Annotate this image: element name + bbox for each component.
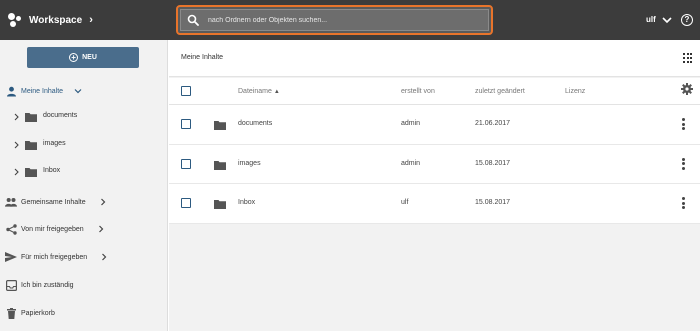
trash-icon — [5, 307, 17, 319]
sidebar-item-label: Gemeinsame Inhalte — [21, 198, 86, 206]
modified-date: 15.08.2017 — [475, 199, 511, 206]
table-row[interactable]: Inbox ulf 15.08.2017 — [169, 184, 700, 224]
sidebar-item-label: Papierkorb — [21, 309, 55, 317]
file-name[interactable]: images — [238, 160, 261, 167]
new-button[interactable]: + NEU — [27, 47, 139, 68]
sidebar-item-label: Für mich freigegeben — [21, 253, 88, 261]
gear-icon[interactable] — [681, 83, 693, 95]
column-header-license[interactable]: Lizenz — [565, 88, 585, 95]
workspace-switcher[interactable]: Workspace › — [8, 11, 93, 29]
chevron-down-icon[interactable] — [662, 16, 672, 24]
more-vert-icon[interactable] — [682, 157, 685, 170]
folder-icon — [25, 113, 37, 122]
search-box — [176, 5, 493, 35]
file-name[interactable]: Inbox — [238, 199, 255, 206]
created-by: admin — [401, 120, 421, 127]
sidebar-item-label: Meine Inhalte — [21, 87, 64, 95]
chevron-right-icon[interactable] — [97, 225, 105, 233]
chevron-right-icon[interactable] — [13, 113, 20, 121]
top-bar: Workspace › ulf ? — [0, 0, 700, 40]
chevron-down-icon[interactable] — [74, 87, 82, 95]
search-icon[interactable] — [187, 14, 199, 26]
sidebar-item-shared-content[interactable]: Gemeinsame Inhalte — [0, 194, 168, 210]
workspace-logo-icon — [8, 13, 22, 27]
new-button-label: NEU — [82, 54, 97, 61]
tree-item-label: Inbox — [43, 167, 61, 174]
row-checkbox[interactable] — [181, 158, 191, 169]
plus-circle-icon: + — [69, 53, 79, 62]
sidebar: + NEU Meine Inhalte documents images Inb… — [0, 40, 168, 331]
sidebar-item-shared-by-me[interactable]: Von mir freigegeben — [0, 221, 168, 237]
folder-icon — [25, 141, 37, 150]
file-table: Dateiname ▲ erstellt von zuletzt geänder… — [169, 78, 700, 224]
user-name[interactable]: ulf — [646, 15, 656, 24]
tree-item-label: images — [43, 140, 66, 147]
created-by: ulf — [401, 199, 409, 206]
column-header-modified[interactable]: zuletzt geändert — [475, 88, 525, 95]
folder-icon — [25, 168, 37, 177]
tree-item-images[interactable]: images — [0, 138, 168, 152]
row-checkbox[interactable] — [181, 119, 191, 129]
chevron-right-icon[interactable] — [99, 198, 107, 206]
column-header-filename[interactable]: Dateiname ▲ — [238, 88, 280, 95]
sidebar-item-my-content[interactable]: Meine Inhalte — [0, 83, 168, 99]
sidebar-item-responsible[interactable]: Ich bin zuständig — [0, 277, 168, 293]
table-row[interactable]: documents admin 21.06.2017 — [169, 105, 700, 145]
folder-icon — [214, 200, 226, 209]
table-header: Dateiname ▲ erstellt von zuletzt geänder… — [169, 78, 700, 105]
main-area: Meine Inhalte Dateiname ▲ erstellt von z… — [169, 40, 700, 331]
breadcrumb-bar: Meine Inhalte — [169, 40, 700, 77]
column-header-created-by[interactable]: erstellt von — [401, 88, 435, 95]
row-checkbox[interactable] — [181, 198, 191, 208]
chevron-right-icon: › — [89, 14, 93, 26]
created-by: admin — [401, 159, 421, 167]
modified-date: 15.08.2017 — [475, 159, 511, 167]
tree-item-inbox[interactable]: Inbox — [0, 165, 168, 179]
modified-date: 21.06.2017 — [475, 120, 511, 127]
send-icon — [5, 251, 17, 263]
chevron-right-icon[interactable] — [13, 168, 20, 176]
sort-ascending-icon: ▲ — [273, 89, 280, 95]
more-vert-icon[interactable] — [682, 197, 685, 209]
file-name[interactable]: documents — [238, 120, 272, 127]
share-icon — [5, 223, 17, 235]
folder-icon — [214, 121, 226, 130]
breadcrumb[interactable]: Meine Inhalte — [181, 54, 223, 61]
select-all-checkbox[interactable] — [181, 86, 191, 96]
search-input[interactable] — [208, 16, 468, 24]
grid-view-icon[interactable] — [683, 53, 693, 63]
sidebar-item-label: Ich bin zuständig — [21, 281, 74, 289]
tree-item-label: documents — [43, 112, 78, 119]
sidebar-item-shared-with-me[interactable]: Für mich freigegeben — [0, 249, 168, 265]
help-icon[interactable]: ? — [681, 14, 693, 26]
inbox-tray-icon — [5, 279, 17, 291]
sidebar-item-label: Von mir freigegeben — [21, 225, 84, 233]
people-icon — [5, 196, 17, 208]
chevron-right-icon[interactable] — [13, 141, 20, 149]
person-icon — [5, 85, 17, 97]
folder-icon — [214, 160, 226, 170]
chevron-right-icon[interactable] — [100, 253, 108, 261]
more-vert-icon[interactable] — [682, 118, 685, 130]
app-title: Workspace — [29, 14, 83, 26]
sidebar-item-trash[interactable]: Papierkorb — [0, 305, 168, 321]
table-row[interactable]: images admin 15.08.2017 — [169, 145, 700, 184]
tree-item-documents[interactable]: documents — [0, 110, 168, 124]
